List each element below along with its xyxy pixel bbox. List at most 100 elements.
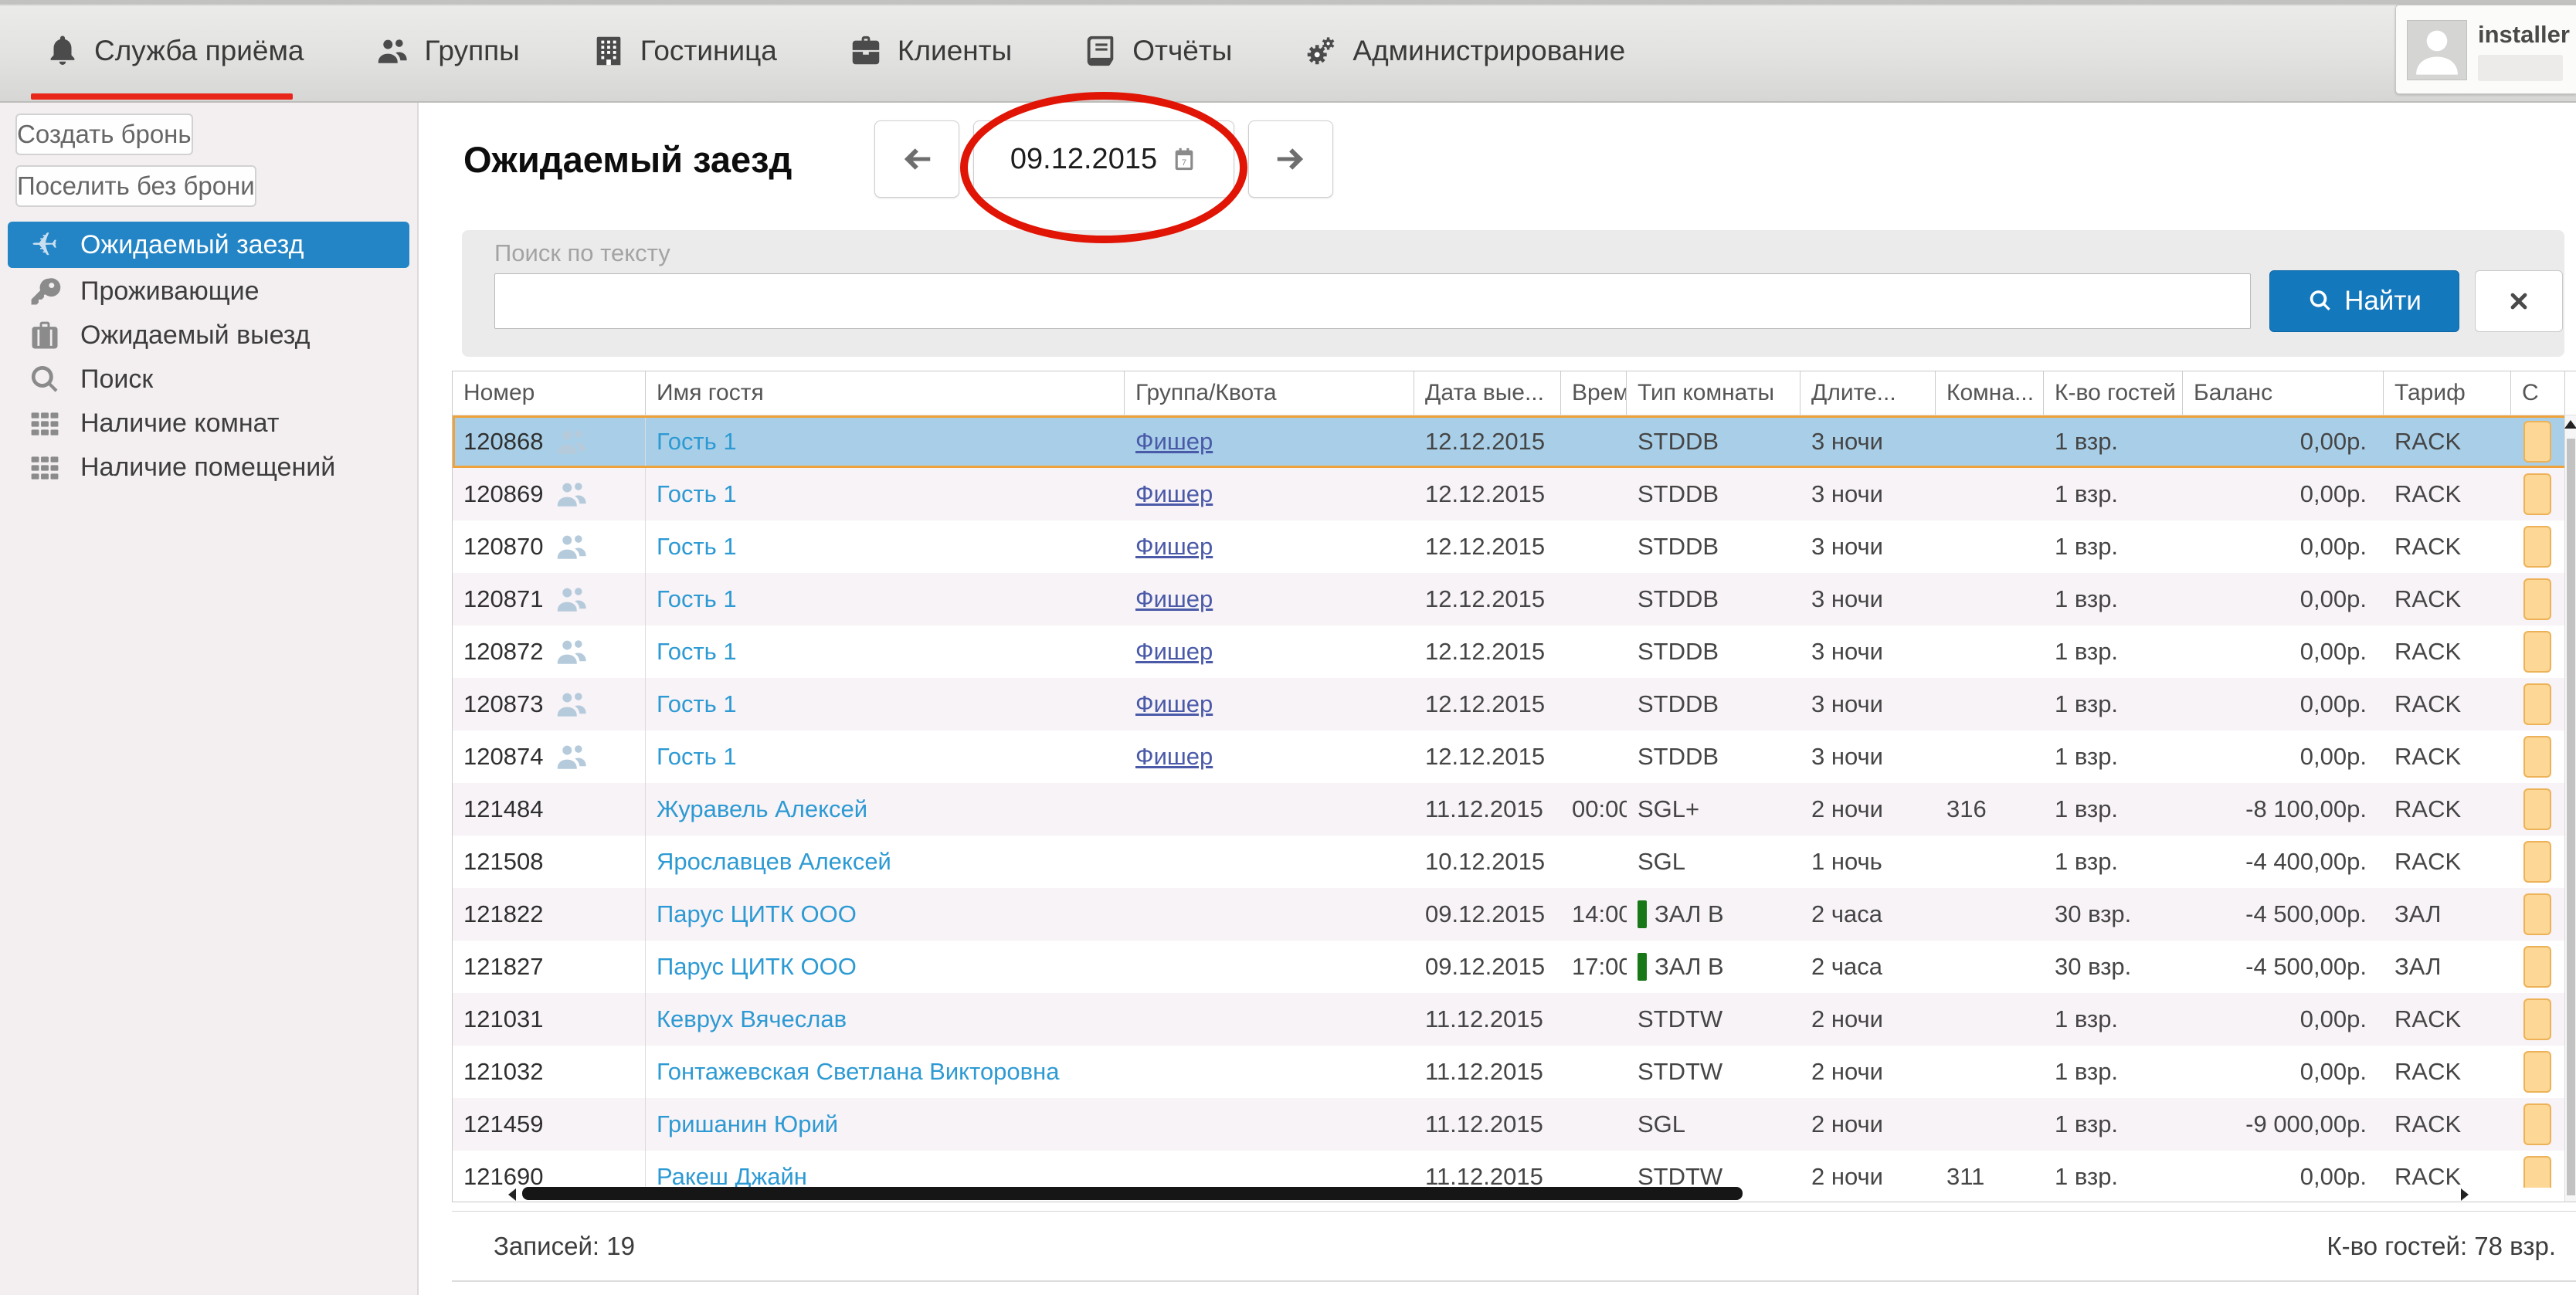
- table-row[interactable]: 120871Гость 1Фишер12.12.2015STDDB3 ночи1…: [453, 573, 2576, 625]
- table-row[interactable]: 120869Гость 1Фишер12.12.2015STDDB3 ночи1…: [453, 468, 2576, 520]
- guest-name-link[interactable]: Гришанин Юрий: [657, 1110, 838, 1138]
- table-row[interactable]: 121032Гонтажевская Светлана Викторовна11…: [453, 1046, 2576, 1098]
- vertical-scroll-track[interactable]: [2567, 439, 2575, 1195]
- sidebar-item-2[interactable]: Проживающие: [0, 270, 417, 314]
- guest-name-link[interactable]: Ракеш Джайн: [657, 1163, 807, 1188]
- table-row[interactable]: 120873Гость 1Фишер12.12.2015STDDB3 ночи1…: [453, 678, 2576, 731]
- quota-link[interactable]: Фишер: [1135, 743, 1213, 771]
- column-header-2[interactable]: Имя гостя: [646, 371, 1125, 415]
- guest-count-cell: 1 взр.: [2044, 678, 2183, 731]
- guest-count-cell: 1 взр.: [2044, 468, 2183, 520]
- guest-name-link[interactable]: Гость 1: [657, 638, 737, 666]
- sidebar-item-5[interactable]: Наличие комнат: [0, 402, 417, 446]
- quota-link[interactable]: Фишер: [1135, 480, 1213, 508]
- nav-item-1[interactable]: Служба приёма: [45, 0, 304, 101]
- table-row[interactable]: 120868Гость 1Фишер12.12.2015STDDB3 ночи1…: [453, 415, 2576, 468]
- nav-item-5[interactable]: Отчёты: [1083, 0, 1232, 101]
- quota-link[interactable]: Фишер: [1135, 638, 1213, 666]
- table-row[interactable]: 120872Гость 1Фишер12.12.2015STDDB3 ночи1…: [453, 625, 2576, 678]
- search-input[interactable]: [494, 273, 2251, 329]
- scroll-right-icon[interactable]: [2461, 1188, 2469, 1201]
- guest-name-link[interactable]: Журавель Алексей: [657, 795, 867, 823]
- bell-icon: [45, 33, 80, 69]
- table-row[interactable]: 121459Гришанин Юрий11.12.2015SGL2 ночи1 …: [453, 1098, 2576, 1151]
- departure-date-cell: 12.12.2015: [1414, 731, 1561, 783]
- book-icon: [1083, 33, 1118, 69]
- column-header-12[interactable]: С: [2511, 371, 2565, 415]
- quota-link[interactable]: Фишер: [1135, 585, 1213, 613]
- column-header-7[interactable]: Длите...: [1800, 371, 1936, 415]
- table-row[interactable]: 121508Ярославцев Алексей10.12.2015SGL1 н…: [453, 836, 2576, 888]
- column-header-3[interactable]: Группа/Квота: [1125, 371, 1414, 415]
- sidebar-item-6[interactable]: Наличие помещений: [0, 446, 417, 490]
- room-type-cell: STDDB: [1627, 415, 1800, 468]
- column-header-1[interactable]: Номер: [453, 371, 646, 415]
- time-cell: [1561, 573, 1627, 625]
- horizontal-scroll-thumb[interactable]: [522, 1187, 1743, 1200]
- guest-name-link[interactable]: Парус ЦИТК ООО: [657, 900, 857, 928]
- guest-name-link[interactable]: Гость 1: [657, 743, 737, 771]
- table-row[interactable]: 121484Журавель Алексей11.12.201500:00SGL…: [453, 783, 2576, 836]
- table-row[interactable]: 121690Ракеш Джайн11.12.2015STDTW2 ночи31…: [453, 1151, 2576, 1188]
- room-type-cell: STDTW: [1627, 1046, 1800, 1098]
- sidebar-button-1[interactable]: Создать бронь: [15, 114, 193, 155]
- room-number-cell: 311: [1936, 1151, 2044, 1188]
- scroll-up-icon[interactable]: [2564, 420, 2576, 429]
- guest-name-link[interactable]: Парус ЦИТК ООО: [657, 953, 857, 981]
- duration-cell: 3 ночи: [1800, 468, 1936, 520]
- guest-name-cell: Гость 1: [646, 573, 1125, 625]
- horizontal-scrollbar[interactable]: [453, 1186, 2565, 1202]
- quota-link[interactable]: Фишер: [1135, 690, 1213, 718]
- duration-cell: 2 ночи: [1800, 783, 1936, 836]
- sidebar-item-1[interactable]: ✈Ожидаемый заезд: [8, 222, 409, 268]
- vertical-scrollbar[interactable]: [2564, 415, 2576, 1202]
- group-icon: [554, 686, 589, 722]
- column-header-9[interactable]: К-во гостей: [2044, 371, 2183, 415]
- guest-name-link[interactable]: Кеврух Вячеслав: [657, 1005, 847, 1033]
- column-header-8[interactable]: Комна...: [1936, 371, 2044, 415]
- prev-date-button[interactable]: [874, 120, 959, 198]
- balance-cell: -4 400,00р.: [2183, 836, 2384, 888]
- guest-name-link[interactable]: Гость 1: [657, 428, 737, 456]
- column-header-5[interactable]: Время...: [1561, 371, 1627, 415]
- guest-name-link[interactable]: Гость 1: [657, 585, 737, 613]
- nav-item-3[interactable]: Гостиница: [591, 0, 777, 101]
- guest-name-link[interactable]: Гость 1: [657, 533, 737, 561]
- table-row[interactable]: 121827Парус ЦИТК ООО09.12.201517:00ЗАЛ В…: [453, 941, 2576, 993]
- sidebar-button-2[interactable]: Поселить без брони: [15, 165, 256, 207]
- clear-search-button[interactable]: [2475, 270, 2563, 332]
- column-header-10[interactable]: Баланс: [2183, 371, 2384, 415]
- table-row[interactable]: 121822Парус ЦИТК ООО09.12.201514:00ЗАЛ В…: [453, 888, 2576, 941]
- table-row[interactable]: 121031Кеврух Вячеслав11.12.2015STDTW2 но…: [453, 993, 2576, 1046]
- table-row[interactable]: 120874Гость 1Фишер12.12.2015STDDB3 ночи1…: [453, 731, 2576, 783]
- sidebar-item-4[interactable]: Поиск: [0, 358, 417, 402]
- booking-number: 121484: [463, 795, 543, 823]
- guest-count-cell: 1 взр.: [2044, 625, 2183, 678]
- scroll-left-icon[interactable]: [508, 1188, 516, 1201]
- column-header-11[interactable]: Тариф: [2384, 371, 2511, 415]
- sidebar-item-3[interactable]: Ожидаемый выезд: [0, 314, 417, 358]
- column-header-4[interactable]: Дата вые...: [1414, 371, 1561, 415]
- rate-cell: RACK: [2384, 520, 2511, 573]
- guest-name-cell: Гонтажевская Светлана Викторовна: [646, 1046, 1125, 1098]
- departure-date-cell: 12.12.2015: [1414, 468, 1561, 520]
- guest-name-link[interactable]: Гость 1: [657, 480, 737, 508]
- room-type-cell: STDDB: [1627, 678, 1800, 731]
- booking-number: 120868: [463, 428, 543, 456]
- guest-name-link[interactable]: Ярославцев Алексей: [657, 848, 891, 876]
- nav-item-4[interactable]: Клиенты: [848, 0, 1012, 101]
- nav-item-6[interactable]: Администрирование: [1303, 0, 1625, 101]
- find-button[interactable]: Найти: [2269, 270, 2459, 332]
- guest-name-link[interactable]: Гость 1: [657, 690, 737, 718]
- table-row[interactable]: 120870Гость 1Фишер12.12.2015STDDB3 ночи1…: [453, 520, 2576, 573]
- date-input[interactable]: 09.12.2015 7: [973, 120, 1234, 198]
- user-panel[interactable]: installer: [2395, 5, 2576, 94]
- nav-item-2[interactable]: Группы: [375, 0, 519, 101]
- quota-link[interactable]: Фишер: [1135, 428, 1213, 456]
- column-header-6[interactable]: Тип комнаты: [1627, 371, 1800, 415]
- quota-link[interactable]: Фишер: [1135, 533, 1213, 561]
- next-date-button[interactable]: [1248, 120, 1333, 198]
- guest-name-link[interactable]: Гонтажевская Светлана Викторовна: [657, 1058, 1060, 1086]
- room-type: ЗАЛ В: [1655, 953, 1724, 981]
- status-badge: [2523, 1156, 2551, 1188]
